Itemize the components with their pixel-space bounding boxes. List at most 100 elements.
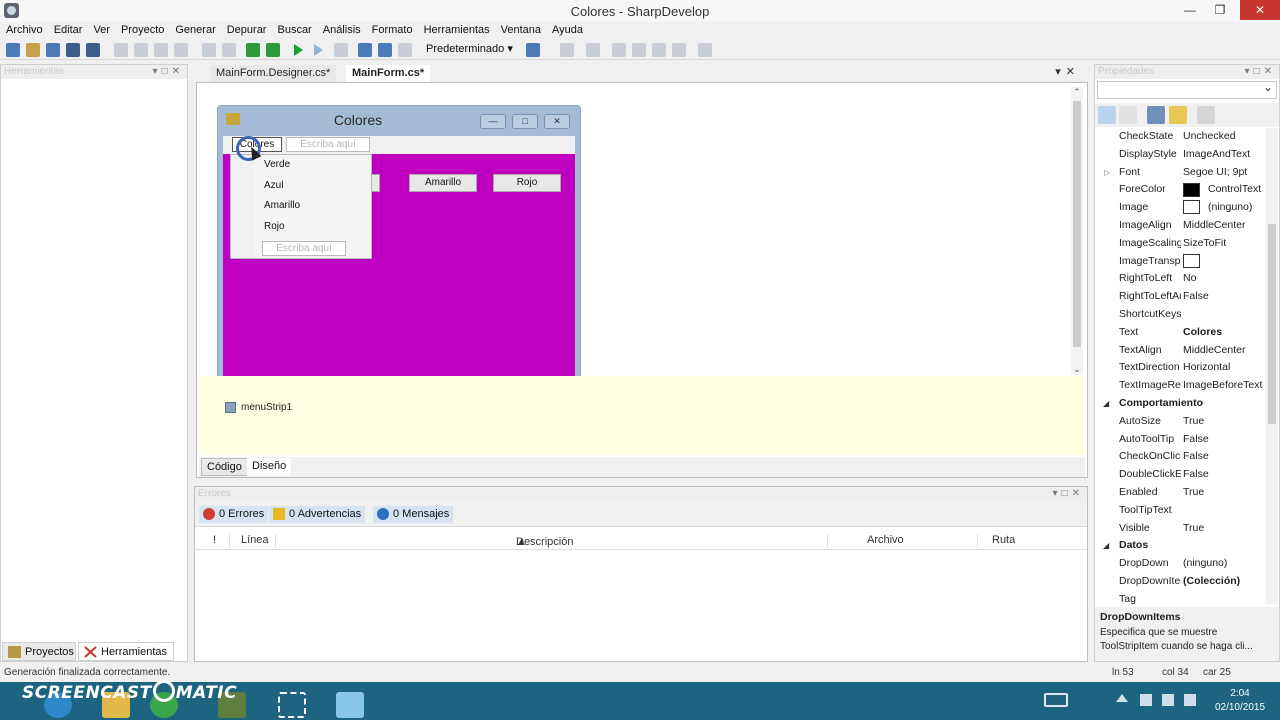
scroll-down-icon[interactable]: ⌄	[1071, 364, 1083, 375]
dropdown-item-rojo[interactable]: Rojo	[264, 221, 285, 232]
menu-type-here[interactable]: Escriba aquí	[286, 137, 370, 152]
step-over-icon[interactable]	[358, 43, 372, 57]
close-button[interactable]: ✕	[1240, 0, 1280, 20]
property-row[interactable]: DisplayStyle ImageAndText	[1095, 146, 1265, 164]
property-value[interactable]: False	[1183, 288, 1265, 306]
property-row[interactable]: DropDownItems(Colección)	[1095, 573, 1265, 591]
property-value[interactable]: False	[1183, 466, 1265, 484]
keyboard-icon[interactable]	[1044, 693, 1068, 707]
filter-warnings-button[interactable]: 0 Advertencias	[269, 506, 366, 523]
property-value[interactable]: Colores	[1183, 324, 1265, 342]
property-value[interactable]: Segoe UI; 9pt	[1183, 164, 1265, 182]
layout-icon[interactable]	[612, 43, 626, 57]
tab-codigo[interactable]: Código	[201, 458, 248, 476]
form-client-area[interactable]: Colores Escriba aquí Amarillo Rojo Verde…	[223, 136, 575, 378]
find-icon[interactable]	[698, 43, 712, 57]
menu-ventana[interactable]: Ventana	[495, 22, 546, 38]
properties-vertical-scrollbar[interactable]	[1265, 128, 1278, 604]
save-all-icon[interactable]	[86, 43, 100, 57]
build-icon[interactable]	[246, 43, 260, 57]
button-amarillo[interactable]: Amarillo	[409, 174, 477, 192]
property-value[interactable]: No	[1183, 270, 1265, 288]
property-row[interactable]: AutoToolTip False	[1095, 431, 1265, 449]
show-hidden-icons-icon[interactable]	[1116, 694, 1128, 702]
col-archivo[interactable]: Archivo	[867, 534, 904, 546]
property-value[interactable]: Horizontal	[1183, 359, 1265, 377]
tray-menustrip1[interactable]: menuStrip1	[225, 402, 292, 413]
menu-proyecto[interactable]: Proyecto	[115, 22, 169, 38]
property-value[interactable]: ImageBeforeText	[1183, 377, 1265, 395]
property-row[interactable]: AutoSize True	[1095, 413, 1265, 431]
properties-icon[interactable]	[1147, 106, 1165, 124]
layout-icon-3[interactable]	[652, 43, 666, 57]
property-row[interactable]: ForeColor ControlText	[1095, 181, 1265, 199]
alphabetical-icon[interactable]	[1119, 106, 1137, 124]
menu-generar[interactable]: Generar	[169, 22, 220, 38]
property-row[interactable]: DoubleClickEnabledFalse	[1095, 466, 1265, 484]
save-icon[interactable]	[66, 43, 80, 57]
platform-icon[interactable]	[526, 43, 540, 57]
property-row[interactable]: ImageAlign MiddleCenter	[1095, 217, 1265, 235]
volume-icon[interactable]	[1184, 694, 1196, 706]
app-taskbar-icon[interactable]	[336, 692, 364, 718]
property-row[interactable]: ImageScaling SizeToFit	[1095, 235, 1265, 253]
property-value[interactable]: MiddleCenter	[1183, 342, 1265, 360]
property-value[interactable]: MiddleCenter	[1183, 217, 1265, 235]
property-row[interactable]: Image (ninguno)	[1095, 199, 1265, 217]
property-value[interactable]: SizeToFit	[1183, 235, 1265, 253]
menu-buscar[interactable]: Buscar	[271, 22, 316, 38]
property-value[interactable]: (Colección)	[1183, 573, 1265, 591]
rebuild-icon[interactable]	[266, 43, 280, 57]
property-row[interactable]: ShortcutKeys	[1095, 306, 1265, 324]
redo-icon[interactable]	[222, 43, 236, 57]
design-surface[interactable]: Colores — □ ✕ Colores Escriba aquí Amari…	[199, 85, 1067, 378]
property-value[interactable]: ControlText	[1183, 181, 1265, 199]
property-row[interactable]: Visible True	[1095, 520, 1265, 538]
layout-icon-2[interactable]	[632, 43, 646, 57]
property-row[interactable]: Enabled True	[1095, 484, 1265, 502]
align-icon[interactable]	[586, 43, 600, 57]
tab-diseno[interactable]: Diseño	[247, 458, 292, 476]
menu-editar[interactable]: Editar	[48, 22, 88, 38]
maximize-button[interactable]: ❐	[1206, 0, 1234, 20]
categorized-icon[interactable]	[1098, 106, 1116, 124]
property-value[interactable]: False	[1183, 431, 1265, 449]
property-value[interactable]: (ninguno)	[1183, 199, 1265, 217]
menu-depurar[interactable]: Depurar	[221, 22, 272, 38]
system-clock[interactable]: 2:04 02/10/2015	[1200, 687, 1280, 715]
property-value[interactable]: True	[1183, 520, 1265, 538]
property-row[interactable]: Text Colores	[1095, 324, 1265, 342]
tab-mainform-designer[interactable]: MainForm.Designer.cs*	[210, 65, 337, 82]
property-row[interactable]: TextAlign MiddleCenter	[1095, 342, 1265, 360]
menu-analisis[interactable]: Análisis	[317, 22, 366, 38]
property-row[interactable]: ▷ Font Segoe UI; 9pt	[1095, 164, 1265, 182]
property-value[interactable]: (ninguno)	[1183, 555, 1265, 573]
delete-icon[interactable]	[174, 43, 188, 57]
step-into-icon[interactable]	[378, 43, 392, 57]
property-row[interactable]: Tag	[1095, 591, 1265, 604]
undo-icon[interactable]	[202, 43, 216, 57]
property-row[interactable]: DropDown (ninguno)	[1095, 555, 1265, 573]
property-row[interactable]: TextDirection Horizontal	[1095, 359, 1265, 377]
filter-errors-button[interactable]: 0 Errores	[199, 506, 269, 523]
menu-ayuda[interactable]: Ayuda	[546, 22, 588, 38]
stop-icon[interactable]	[334, 43, 348, 57]
panel-header-buttons[interactable]: ▾□✕	[153, 65, 184, 79]
dropdown-type-here[interactable]: Escriba aquí	[262, 241, 346, 256]
collapse-icon[interactable]: ◢	[1103, 395, 1109, 413]
format-icon[interactable]	[560, 43, 574, 57]
property-pages-icon[interactable]	[1197, 106, 1215, 124]
property-row[interactable]: CheckState Unchecked	[1095, 128, 1265, 146]
tab-proyectos[interactable]: Proyectos	[2, 642, 76, 661]
menu-formato[interactable]: Formato	[366, 22, 418, 38]
copy-icon[interactable]	[134, 43, 148, 57]
property-value[interactable]: True	[1183, 484, 1265, 502]
dropdown-item-azul[interactable]: Azul	[264, 180, 283, 191]
property-row[interactable]: ImageTransparentColor	[1095, 253, 1265, 271]
step-out-icon[interactable]	[398, 43, 412, 57]
flag-icon[interactable]	[1140, 694, 1152, 706]
open-folder-icon[interactable]	[26, 43, 40, 57]
collapse-icon[interactable]: ◢	[1103, 537, 1109, 555]
property-category[interactable]: ◢ Comportamiento	[1095, 395, 1265, 413]
property-row[interactable]: RightToLeftAutoMirrorImageFalse	[1095, 288, 1265, 306]
